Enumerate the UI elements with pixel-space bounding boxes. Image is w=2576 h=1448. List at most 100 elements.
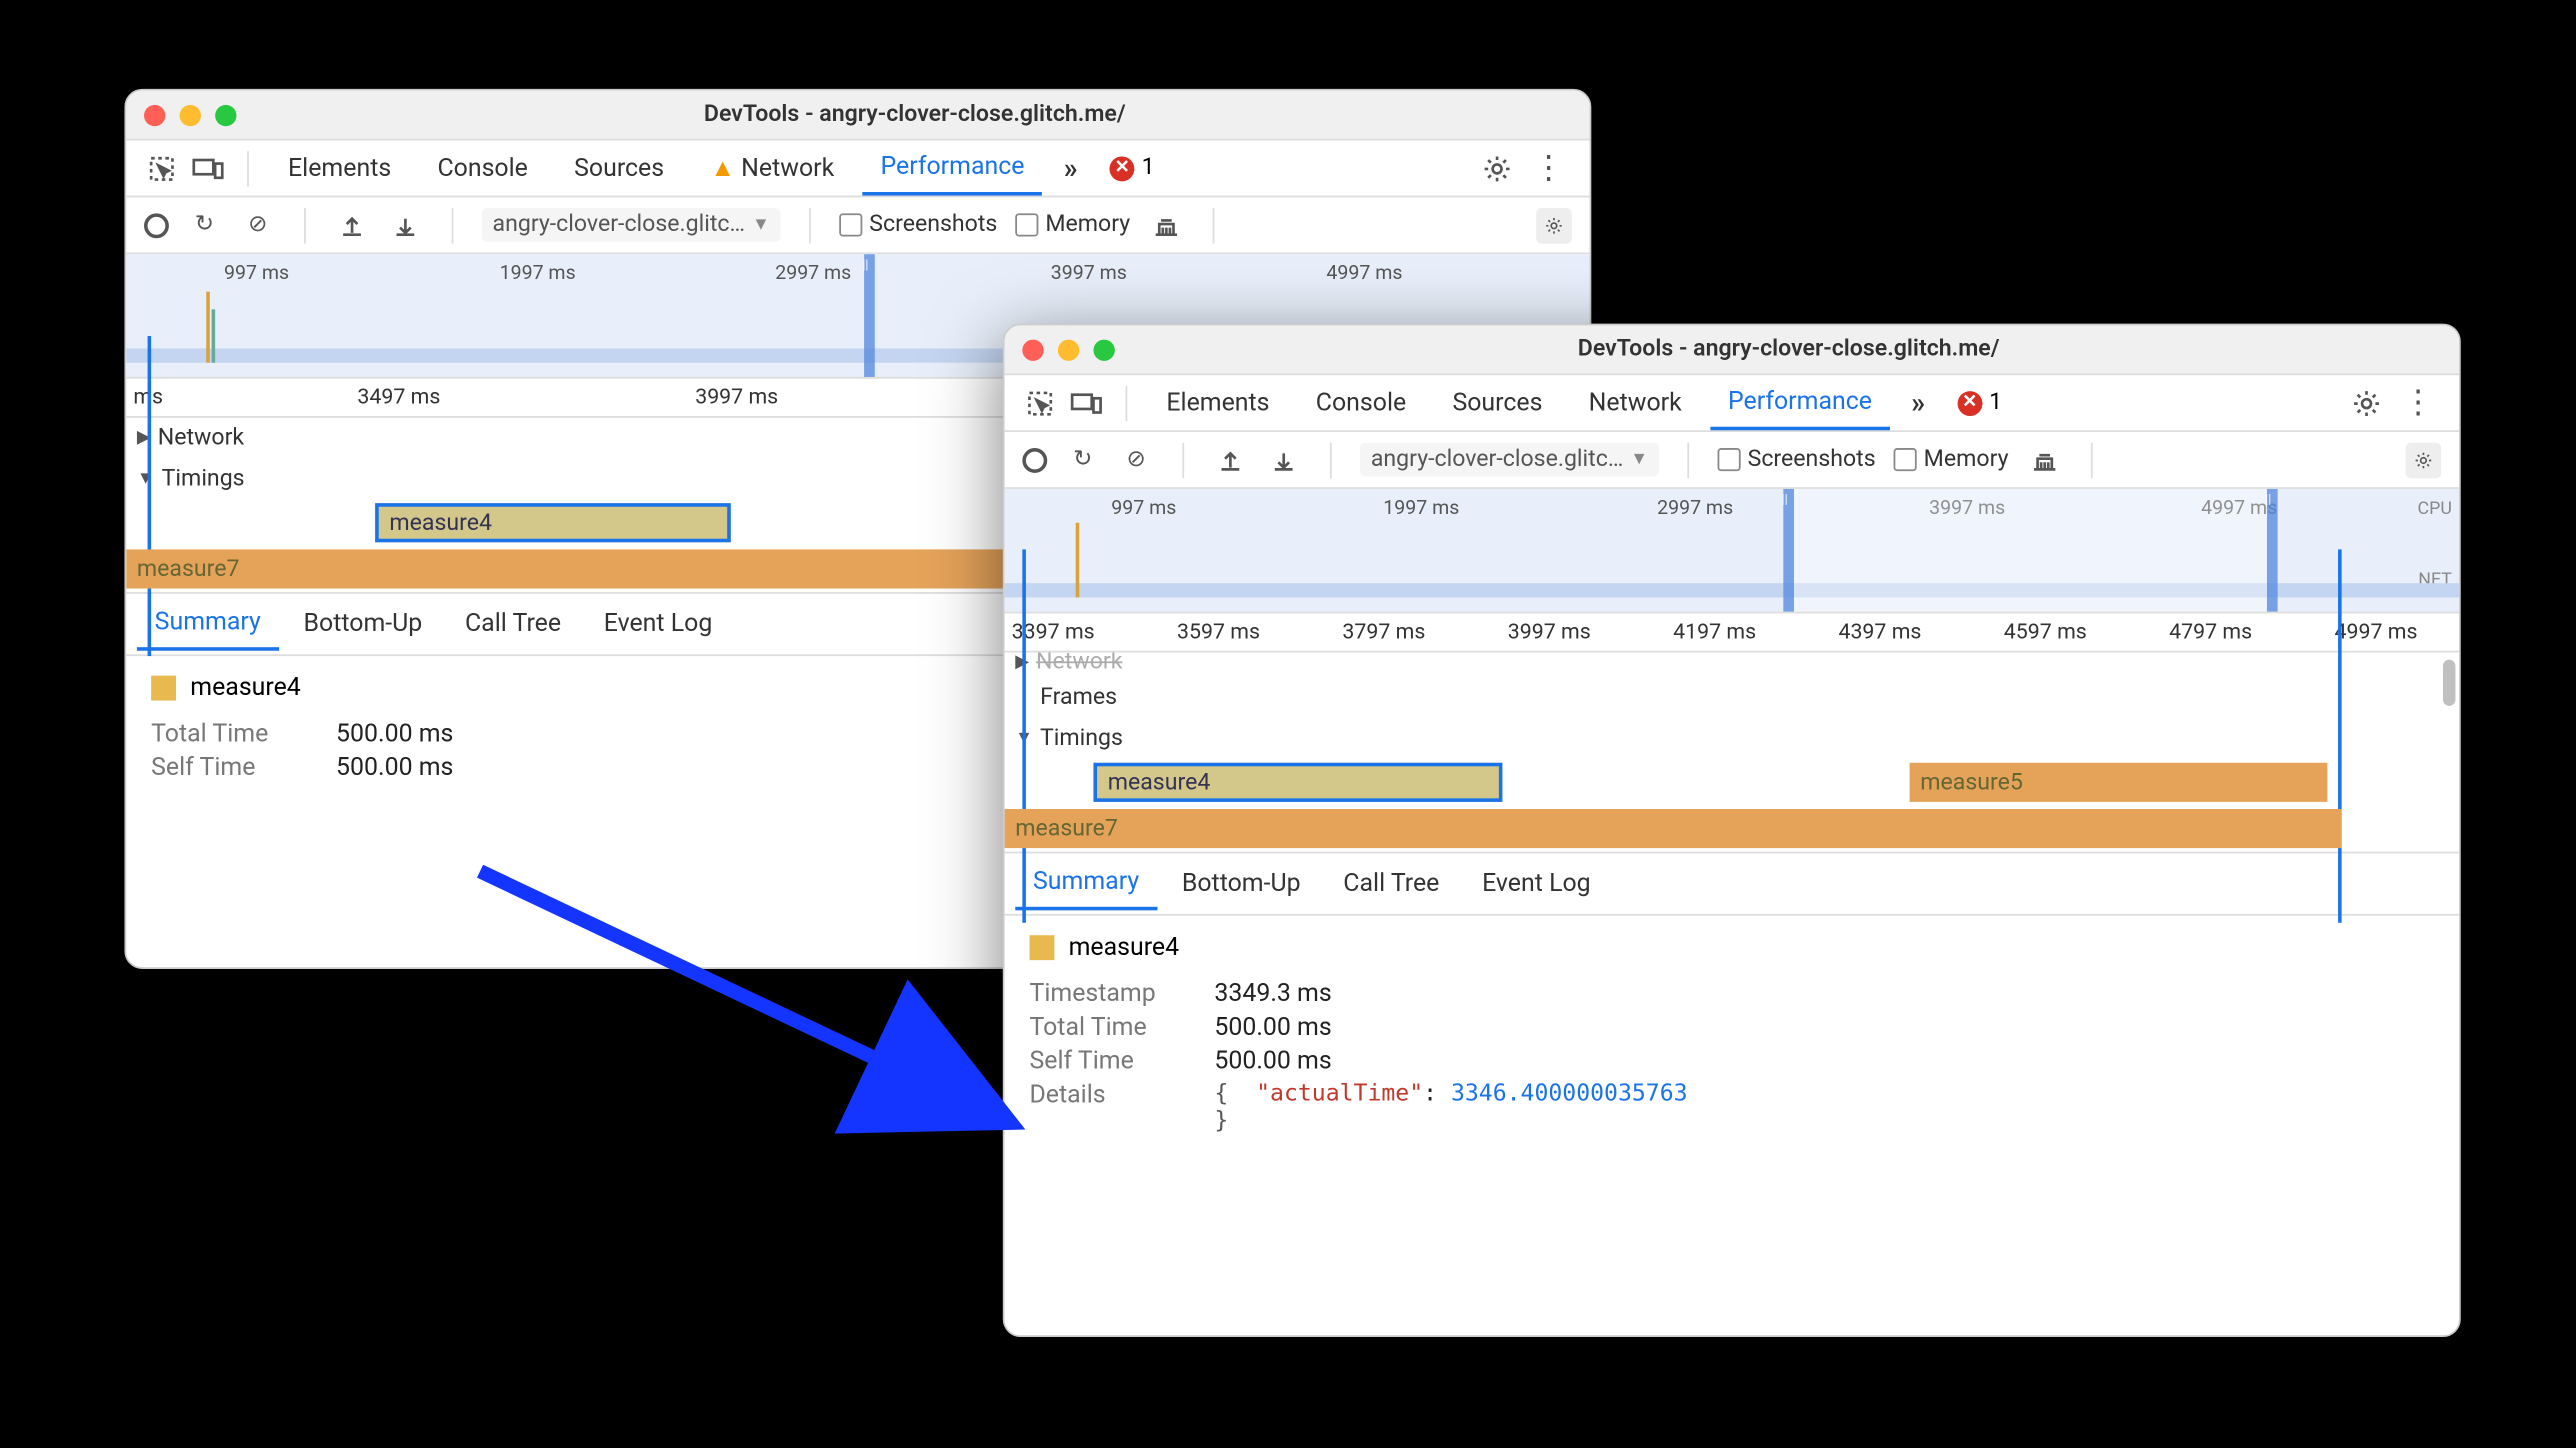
tab-bottom-up[interactable]: Bottom-Up: [286, 599, 440, 649]
time-marker-end: [2338, 549, 2342, 922]
close-icon[interactable]: [1022, 339, 1043, 360]
minimize-icon[interactable]: [1058, 339, 1079, 360]
scrollbar-thumb[interactable]: [2443, 660, 2455, 706]
gear-icon[interactable]: [2349, 385, 2385, 421]
overview-tick: 1997 ms: [500, 261, 576, 284]
overview-handle-right[interactable]: [2267, 489, 2278, 612]
track-frames[interactable]: Frames: [1005, 677, 2459, 718]
screenshots-checkbox[interactable]: Screenshots: [839, 212, 997, 239]
clear-icon[interactable]: ⊘: [1118, 442, 1154, 478]
overview-selection[interactable]: [1794, 489, 2267, 612]
perf-toolbar: ↻ ⊘ angry-clover-close.glitc…▼ Screensho…: [126, 197, 1589, 254]
window-title: DevTools - angry-clover-close.glitch.me/: [258, 101, 1572, 128]
garbage-collect-icon[interactable]: [2026, 442, 2062, 478]
time-marker-start: [1022, 549, 1026, 922]
kebab-icon[interactable]: ⋮: [1526, 149, 1572, 186]
overflow-icon[interactable]: »: [1900, 386, 1935, 420]
titlebar[interactable]: DevTools - angry-clover-close.glitch.me/: [126, 91, 1589, 141]
ruler-tick: 3597 ms: [1177, 619, 1260, 644]
tab-sources[interactable]: Sources: [1435, 378, 1561, 428]
row-label: Self Time: [151, 754, 311, 782]
tab-performance[interactable]: Performance: [863, 141, 1043, 194]
maximize-icon[interactable]: [215, 104, 236, 125]
error-badge[interactable]: ✕1: [1957, 389, 2002, 416]
overview-handle-left[interactable]: [1783, 489, 1794, 612]
flame-chart[interactable]: ▶Network Frames ▼Timings measure4 measur…: [1005, 653, 2459, 852]
tab-console[interactable]: Console: [420, 143, 546, 193]
error-icon: ✕: [1110, 156, 1135, 181]
tab-elements[interactable]: Elements: [1149, 378, 1288, 428]
download-icon[interactable]: [388, 207, 424, 243]
kebab-icon[interactable]: ⋮: [2395, 384, 2441, 421]
capture-settings-icon[interactable]: [1536, 207, 1572, 243]
screenshots-checkbox[interactable]: Screenshots: [1717, 446, 1875, 473]
download-icon[interactable]: [1266, 442, 1302, 478]
overview-tick: 2997 ms: [775, 261, 851, 284]
tab-elements[interactable]: Elements: [270, 143, 409, 193]
disclosure-open-icon: ▼: [137, 469, 155, 489]
tab-summary[interactable]: Summary: [1015, 857, 1157, 910]
overview-tick: 997 ms: [1111, 496, 1176, 519]
memory-checkbox[interactable]: Memory: [1893, 446, 2008, 473]
window-title: DevTools - angry-clover-close.glitch.me/: [1136, 336, 2441, 363]
flame-measure4[interactable]: measure4: [1093, 763, 1502, 802]
upload-icon[interactable]: [334, 207, 370, 243]
row-label: Timestamp: [1029, 980, 1189, 1008]
overview-tick: 997 ms: [224, 261, 289, 284]
tab-performance[interactable]: Performance: [1710, 376, 1890, 429]
tab-network[interactable]: Network: [1571, 378, 1700, 428]
inspect-icon[interactable]: [1022, 385, 1058, 421]
tab-event-log[interactable]: Event Log: [1464, 859, 1608, 909]
record-button[interactable]: [144, 212, 169, 237]
recording-selector[interactable]: angry-clover-close.glitc…▼: [1360, 443, 1659, 477]
flame-measure4[interactable]: measure4: [375, 503, 731, 542]
ruler-tick: 4797 ms: [2169, 619, 2252, 644]
garbage-collect-icon[interactable]: [1148, 207, 1184, 243]
close-icon[interactable]: [144, 104, 165, 125]
maximize-icon[interactable]: [1093, 339, 1114, 360]
flame-measure5[interactable]: measure5: [1910, 763, 2328, 802]
track-timings[interactable]: ▼Timings: [1005, 718, 2459, 759]
caret-down-icon: ▼: [752, 215, 770, 235]
reload-icon[interactable]: ↻: [1065, 442, 1101, 478]
track-network[interactable]: ▶Network: [1005, 653, 2459, 678]
inspect-icon[interactable]: [144, 150, 180, 186]
overview-tick: 3997 ms: [1051, 261, 1127, 284]
gear-icon[interactable]: [1479, 150, 1515, 186]
timeline-overview[interactable]: 997 ms 1997 ms 2997 ms 3997 ms 4997 ms C…: [1005, 489, 2459, 613]
recording-selector[interactable]: angry-clover-close.glitc…▼: [482, 208, 781, 242]
overview-tick: 4997 ms: [1326, 261, 1402, 284]
selected-event-name: measure4: [190, 674, 301, 702]
memory-checkbox[interactable]: Memory: [1015, 212, 1130, 239]
tab-bottom-up[interactable]: Bottom-Up: [1164, 859, 1318, 909]
tab-event-log[interactable]: Event Log: [586, 599, 730, 649]
summary-pane: measure4 Timestamp3349.3 ms Total Time50…: [1005, 916, 2459, 1158]
error-icon: ✕: [1957, 390, 1982, 415]
perf-toolbar: ↻ ⊘ angry-clover-close.glitc…▼ Screensho…: [1005, 432, 2459, 489]
timeline-ruler[interactable]: 3397 ms 3597 ms 3797 ms 3997 ms 4197 ms …: [1005, 613, 2459, 652]
clear-icon[interactable]: ⊘: [240, 207, 276, 243]
capture-settings-icon[interactable]: [2406, 442, 2442, 478]
overview-tick: 2997 ms: [1657, 496, 1733, 519]
row-value: 500.00 ms: [1214, 1047, 1331, 1075]
upload-icon[interactable]: [1213, 442, 1249, 478]
error-badge[interactable]: ✕1: [1110, 155, 1155, 182]
tab-sources[interactable]: Sources: [556, 143, 682, 193]
titlebar[interactable]: DevTools - angry-clover-close.glitch.me/: [1005, 325, 2459, 375]
overflow-icon[interactable]: »: [1053, 151, 1088, 185]
tab-call-tree[interactable]: Call Tree: [447, 599, 579, 649]
panel-tabs: Elements Console Sources Network Perform…: [1005, 375, 2459, 432]
ruler-tick: 4597 ms: [2004, 619, 2087, 644]
minimize-icon[interactable]: [180, 104, 201, 125]
flame-measure7[interactable]: measure7: [1005, 809, 2342, 848]
device-icon[interactable]: [190, 150, 226, 186]
reload-icon[interactable]: ↻: [187, 207, 223, 243]
tab-summary[interactable]: Summary: [137, 597, 279, 650]
device-icon[interactable]: [1069, 385, 1105, 421]
tab-call-tree[interactable]: Call Tree: [1326, 859, 1458, 909]
record-button[interactable]: [1022, 447, 1047, 472]
tab-console[interactable]: Console: [1298, 378, 1424, 428]
overview-handle-left[interactable]: [864, 254, 875, 377]
caret-down-icon: ▼: [1630, 450, 1648, 470]
tab-network[interactable]: ▲ Network: [693, 142, 852, 194]
